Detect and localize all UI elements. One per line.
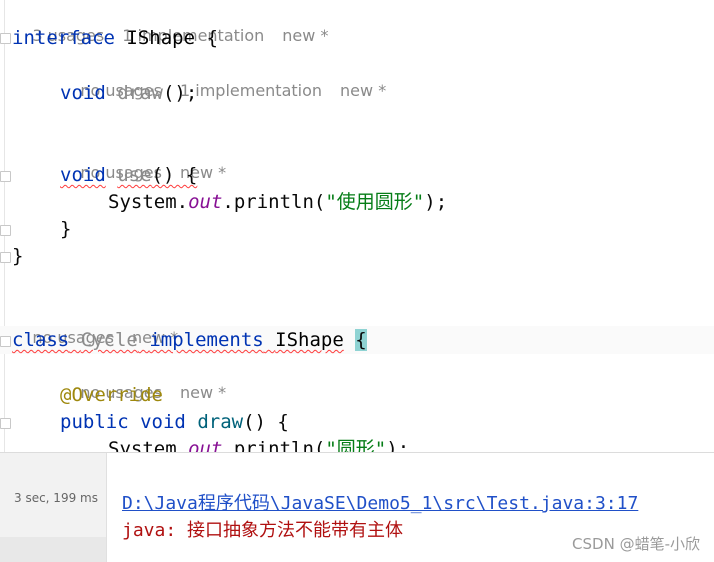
keyword: public xyxy=(60,411,129,433)
code-line-override[interactable]: @Override xyxy=(60,382,163,409)
build-duration: 3 sec, 199 ms xyxy=(14,491,98,505)
class-ref: System. xyxy=(108,191,189,213)
build-tree-footer xyxy=(0,537,106,562)
code-punct: ); xyxy=(424,191,448,213)
build-tree[interactable]: 3 sec, 199 ms xyxy=(0,453,107,562)
fold-toggle-use-method[interactable] xyxy=(0,171,11,182)
method-call: .println( xyxy=(222,191,326,213)
code-punct: () { xyxy=(151,164,198,186)
code-line-class[interactable]: class Cycle implements IShape { xyxy=(12,327,367,354)
implementations-hint[interactable]: 1 implementation xyxy=(180,81,322,100)
code-line-draw[interactable]: void draw(); xyxy=(60,80,197,107)
brace: } xyxy=(12,245,24,267)
code-editor[interactable]: 3 usages 1 implementation new * interface … xyxy=(0,0,714,452)
author-hint: new * xyxy=(282,26,329,45)
code-line-close-interface[interactable]: } xyxy=(12,243,23,270)
interface-ref: IShape xyxy=(275,329,344,351)
method-name: draw xyxy=(197,411,244,433)
watermark: CSDN @蜡笔-小欣 xyxy=(572,535,700,553)
author-hint: new * xyxy=(340,81,387,100)
keyword: class xyxy=(12,329,70,351)
keyword: interface xyxy=(12,27,115,49)
code-vision-hint[interactable]: no usages new * xyxy=(12,302,196,347)
fold-toggle-draw-override[interactable] xyxy=(0,418,11,429)
build-output-panel: 3 sec, 199 ms D:\Java程序代码\JavaSE\Demo5_1… xyxy=(0,453,714,562)
method-call: .println( xyxy=(222,438,326,452)
method-name: draw xyxy=(117,82,163,104)
fold-toggle-use-end[interactable] xyxy=(0,225,11,236)
code-line-use[interactable]: void use() { xyxy=(60,162,197,189)
method-name: use xyxy=(117,164,152,186)
code-vision-hint[interactable]: 3 usages 1 implementation new * xyxy=(12,0,346,45)
class-name: Cycle xyxy=(80,329,138,351)
annotation: @Override xyxy=(60,384,163,406)
code-punct: () { xyxy=(243,411,289,433)
keyword: void xyxy=(60,164,106,186)
code-vision-hint[interactable]: no usages new * xyxy=(60,137,244,182)
code-punct: (); xyxy=(162,82,198,104)
static-field: out xyxy=(188,438,223,452)
static-field: out xyxy=(188,191,223,213)
brace: } xyxy=(60,218,72,240)
code-vision-hint[interactable]: no usages 1 implementation new * xyxy=(60,55,404,100)
error-prefix: java: xyxy=(122,520,177,541)
class-ref: System. xyxy=(108,438,189,452)
fold-toggle-class[interactable] xyxy=(0,336,11,347)
string-literal: "使用圆形" xyxy=(325,191,425,213)
interface-name: IShape xyxy=(126,27,196,49)
matched-brace: { xyxy=(355,329,367,351)
brace: { xyxy=(206,27,218,49)
code-line-interface[interactable]: interface IShape { xyxy=(12,25,218,52)
error-message: java: 接口抽象方法不能带有主体 xyxy=(122,516,403,542)
keyword: void xyxy=(60,82,106,104)
code-line-println-use[interactable]: System.out.println("使用圆形"); xyxy=(108,189,447,216)
code-line-println-draw[interactable]: System.out.println("圆形"); xyxy=(108,436,409,452)
code-vision-hint[interactable]: no usages new * xyxy=(60,357,244,402)
keyword: void xyxy=(140,411,186,433)
code-punct: ); xyxy=(386,438,410,452)
error-text: 接口抽象方法不能带有主体 xyxy=(187,520,404,541)
author-hint: new * xyxy=(179,383,227,402)
fold-toggle-interface-end[interactable] xyxy=(0,252,11,263)
code-line-public-draw[interactable]: public void draw() { xyxy=(60,409,289,436)
code-line-close-method[interactable]: } xyxy=(60,216,71,243)
error-location-link[interactable]: D:\Java程序代码\JavaSE\Demo5_1\src\Test.java… xyxy=(122,489,638,515)
string-literal: "圆形" xyxy=(325,438,387,452)
keyword: implements xyxy=(149,329,264,351)
fold-toggle-interface[interactable] xyxy=(0,33,11,44)
